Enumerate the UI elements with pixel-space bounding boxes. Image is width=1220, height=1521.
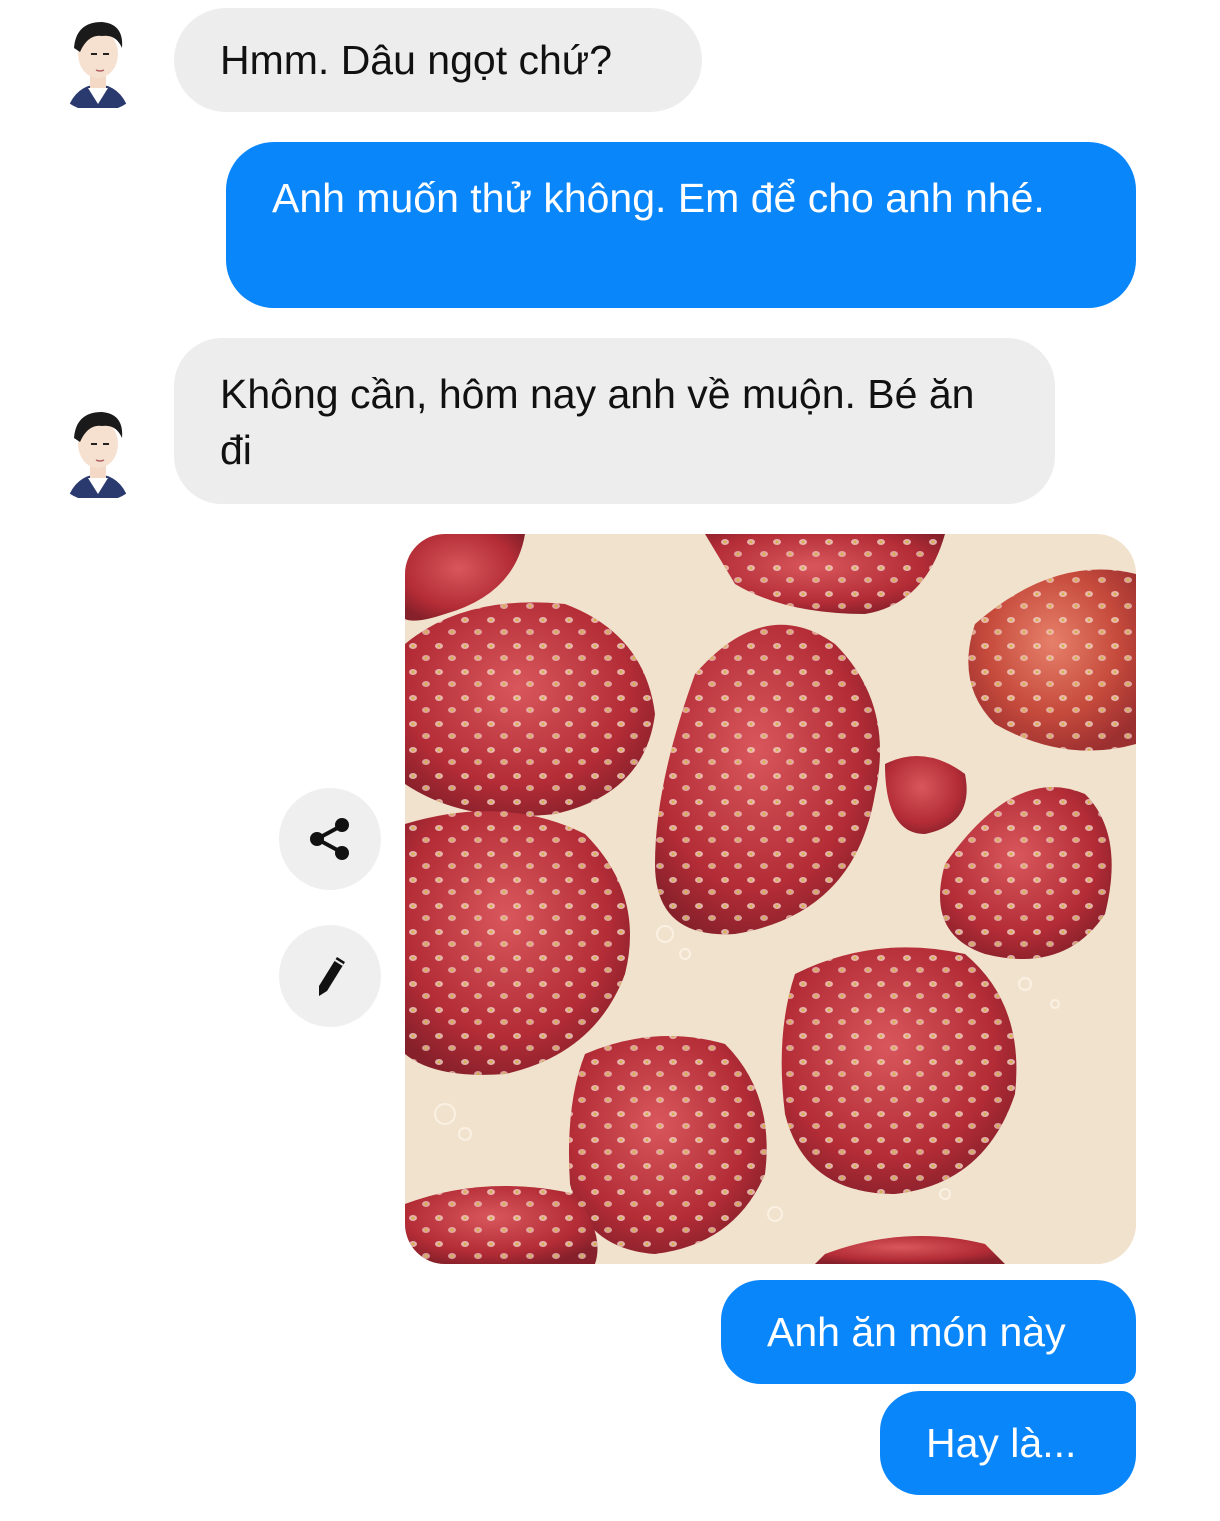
message-text: Hay là...: [926, 1420, 1077, 1466]
strawberries-in-milk-image: [405, 534, 1136, 1264]
share-button[interactable]: [279, 788, 381, 890]
contact-avatar[interactable]: [46, 398, 150, 502]
message-text: Không cần, hôm nay anh về muộn. Bé ăn đi: [220, 371, 975, 473]
shared-photo[interactable]: [405, 534, 1136, 1264]
outgoing-message[interactable]: Hay là...: [880, 1391, 1136, 1495]
share-icon: [310, 818, 349, 860]
incoming-message[interactable]: Hmm. Dâu ngọt chứ?: [174, 8, 702, 112]
pencil-icon: [319, 957, 345, 996]
message-text: Hmm. Dâu ngọt chứ?: [220, 37, 613, 83]
contact-avatar[interactable]: [46, 8, 150, 112]
outgoing-message[interactable]: Anh muốn thử không. Em để cho anh nhé.: [226, 142, 1136, 308]
outgoing-message[interactable]: Anh ăn món này: [721, 1280, 1136, 1384]
message-text: Anh ăn món này: [767, 1309, 1066, 1355]
message-text: Anh muốn thử không. Em để cho anh nhé.: [272, 175, 1045, 221]
edit-button[interactable]: [279, 925, 381, 1027]
incoming-message[interactable]: Không cần, hôm nay anh về muộn. Bé ăn đi: [174, 338, 1055, 504]
